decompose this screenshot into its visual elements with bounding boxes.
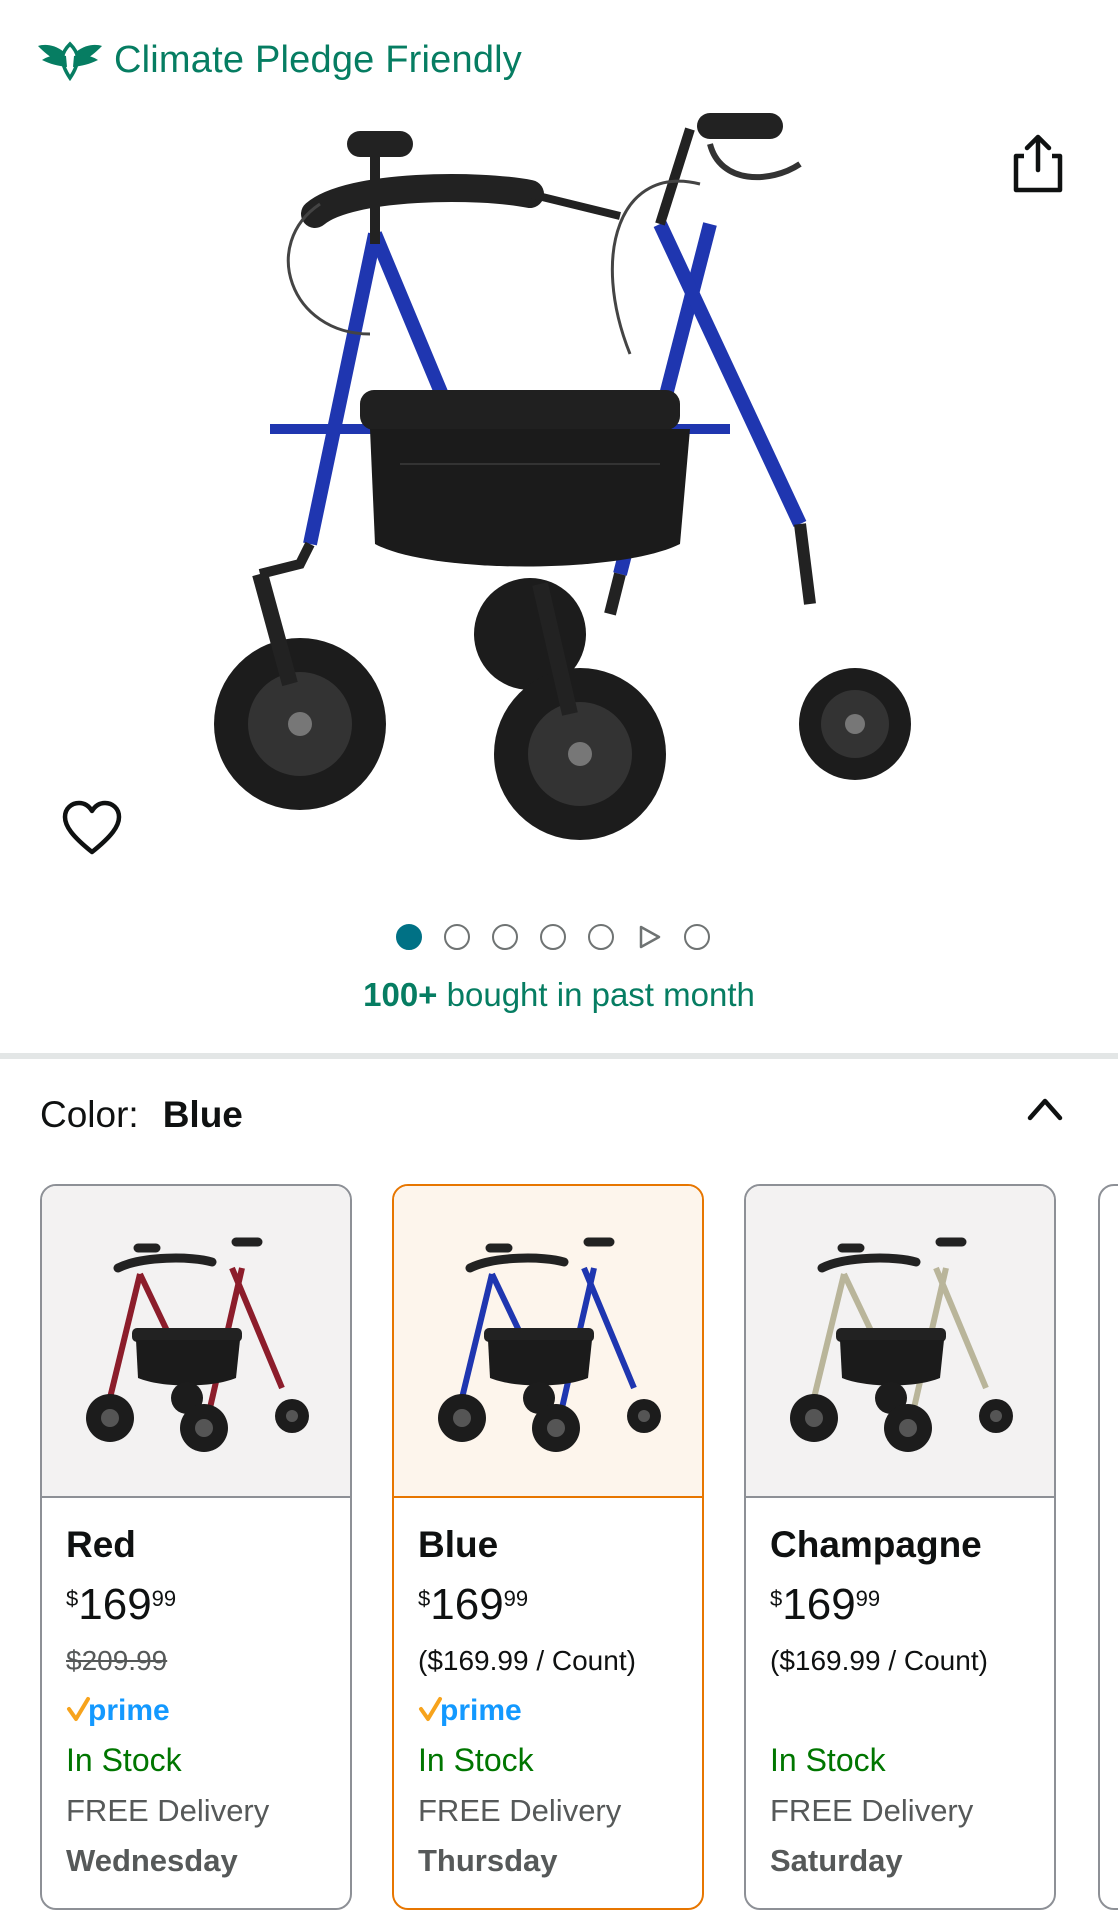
delivery-day: Saturday	[770, 1843, 903, 1878]
prime-check-icon: prime	[419, 1694, 522, 1727]
color-value: Blue	[162, 1094, 243, 1135]
stock-status: In Stock	[770, 1742, 886, 1778]
variant-card-blue[interactable]: Blue $ 169 99 ($169.99 / Count) prime In…	[392, 1184, 704, 1910]
list-price: $209.99	[66, 1645, 168, 1676]
color-selector[interactable]: Color: Blue	[40, 1094, 243, 1136]
section-divider	[0, 1053, 1118, 1059]
stock-status: In Stock	[418, 1742, 534, 1778]
color-variant-list: Red $ 169 99 $209.99 prime In Stock FREE…	[40, 1184, 1118, 1920]
product-image[interactable]	[200, 104, 920, 874]
prime-label: prime	[440, 1694, 522, 1727]
variant-price: $ 169 99	[418, 1580, 678, 1634]
prime-badge: prime	[418, 1688, 678, 1734]
leaf-wings-icon	[38, 41, 102, 82]
variant-price: $ 169 99	[66, 1580, 326, 1634]
variant-image	[394, 1186, 702, 1498]
price-whole: 169	[78, 1580, 152, 1629]
delivery-label: FREE Delivery	[66, 1793, 270, 1828]
variant-walker-image	[790, 1237, 1013, 1452]
climate-pledge-label: Climate Pledge Friendly	[114, 38, 522, 81]
variant-walker-image	[86, 1237, 309, 1452]
variant-image	[746, 1186, 1054, 1498]
carousel-dot[interactable]	[684, 924, 710, 950]
unit-price: ($169.99 / Count)	[770, 1645, 988, 1676]
price-whole: 169	[782, 1580, 856, 1629]
variant-image	[42, 1186, 350, 1498]
unit-price: ($169.99 / Count)	[418, 1645, 636, 1676]
heart-icon[interactable]	[62, 800, 122, 856]
bought-text: bought in past month	[437, 976, 755, 1013]
variant-card-next-partial[interactable]	[1098, 1184, 1118, 1910]
variant-walker-image	[438, 1237, 661, 1452]
prime-placeholder	[770, 1688, 1030, 1734]
color-label: Color:	[40, 1094, 139, 1135]
chevron-up-icon[interactable]	[1024, 1090, 1066, 1124]
price-currency: $	[770, 1586, 783, 1611]
price-currency: $	[66, 1586, 79, 1611]
variant-name: Red	[66, 1524, 136, 1565]
price-fraction: 99	[151, 1586, 177, 1611]
prime-badge: prime	[66, 1688, 326, 1734]
bought-in-past-month: 100+ bought in past month	[0, 976, 1118, 1014]
carousel-dot-active[interactable]	[396, 924, 422, 950]
share-icon[interactable]	[1010, 134, 1066, 194]
variant-price: $ 169 99	[770, 1580, 1030, 1634]
bought-count: 100+	[363, 976, 438, 1013]
carousel-indicators	[396, 922, 710, 952]
variant-name: Champagne	[770, 1524, 982, 1565]
carousel-dot[interactable]	[588, 924, 614, 950]
carousel-dot[interactable]	[444, 924, 470, 950]
climate-pledge-badge[interactable]: Climate Pledge Friendly	[36, 38, 522, 82]
delivery-day: Thursday	[418, 1843, 558, 1878]
product-image-section: Climate Pledge Friendly 100+ bought in p…	[0, 0, 1118, 1050]
video-play-icon[interactable]	[636, 924, 662, 950]
stock-status: In Stock	[66, 1742, 182, 1778]
carousel-dot[interactable]	[540, 924, 566, 950]
variant-card-champagne[interactable]: Champagne $ 169 99 ($169.99 / Count) In …	[744, 1184, 1056, 1910]
delivery-label: FREE Delivery	[418, 1793, 622, 1828]
carousel-dot[interactable]	[492, 924, 518, 950]
variant-name: Blue	[418, 1524, 499, 1565]
prime-label: prime	[88, 1694, 170, 1727]
variant-card-red[interactable]: Red $ 169 99 $209.99 prime In Stock FREE…	[40, 1184, 352, 1910]
delivery-label: FREE Delivery	[770, 1793, 974, 1828]
price-whole: 169	[430, 1580, 504, 1629]
price-currency: $	[418, 1586, 431, 1611]
price-fraction: 99	[503, 1586, 529, 1611]
price-fraction: 99	[855, 1586, 881, 1611]
delivery-day: Wednesday	[66, 1843, 238, 1878]
prime-check-icon: prime	[67, 1694, 170, 1727]
